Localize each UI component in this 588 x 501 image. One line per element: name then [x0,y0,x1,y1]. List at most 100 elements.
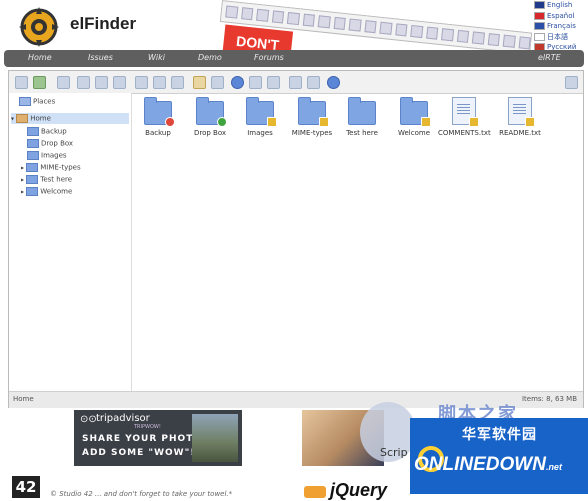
lock-badge-icon [421,117,431,127]
tree-item-backup[interactable]: Backup [27,127,67,136]
list-view-icon[interactable] [307,76,320,89]
file-manager: Places ▾ Home Backup Drop Box Images ▸ M… [8,70,584,408]
nav-demo-link[interactable]: Demo [198,53,222,62]
nav-issues-link[interactable]: Issues [88,53,113,62]
finder-toolbar [9,71,583,94]
tree-item-test-here[interactable]: ▸ Test here [21,175,72,184]
folder-icon [246,97,277,127]
help-icon[interactable] [327,76,340,89]
studio42-badge: 42 [12,476,40,498]
folder-icon [27,127,39,136]
rename-icon[interactable] [193,76,206,89]
expand-arrow-icon[interactable]: ▾ [11,116,14,123]
open-icon[interactable] [57,76,70,89]
paste-icon[interactable] [171,76,184,89]
france-flag-icon [534,22,545,31]
file-item-mime-types[interactable]: MIME-types [286,97,338,137]
edit-icon[interactable] [211,76,224,89]
onlinedown-cn-text: 华军软件园 [462,427,537,443]
file-item-comments[interactable]: COMMENTS.txt [438,97,491,137]
cut-icon[interactable] [153,76,166,89]
tree-item-mime-types[interactable]: ▸ MIME-types [21,163,81,172]
folder-icon [400,97,431,127]
collapsed-arrow-icon[interactable]: ▸ [21,177,24,184]
file-item-welcome[interactable]: Welcome [388,97,440,137]
onlinedown-watermark: 华军软件园 ONLINEDOWN.net [410,418,588,494]
owl-eyes-icon: ⊙⊙ [80,414,97,425]
reload-icon[interactable] [33,76,46,89]
nav-home-link[interactable]: Home [28,53,52,62]
lock-badge-icon [469,117,479,127]
new-file-icon[interactable] [95,76,108,89]
current-directory-pane: Backup Drop Box Images MIME-types Test h… [132,93,583,391]
folder-icon [348,97,376,125]
navigation-pane: Places ▾ Home Backup Drop Box Images ▸ M… [9,93,132,391]
upload-icon[interactable] [113,76,126,89]
folder-icon [298,97,329,127]
lock-badge-icon [319,117,329,127]
file-item-test-here[interactable]: Test here [336,97,388,137]
script-watermark-text: Scrip [380,446,408,459]
file-item-dropbox[interactable]: Drop Box [184,97,236,137]
jquery-logo-icon [304,486,326,498]
onlinedown-suffix: .net [545,462,562,472]
text-file-icon [508,97,535,127]
ad-subtitle: TRIPWOW! [134,424,161,430]
uk-flag-icon [534,1,545,10]
tree-item-images[interactable]: Images [27,151,67,160]
back-icon[interactable] [15,76,28,89]
nav-wiki-link[interactable]: Wiki [148,53,165,62]
language-french[interactable]: Français [534,21,576,32]
tree-item-welcome[interactable]: ▸ Welcome [21,187,72,196]
folder-icon [26,187,39,196]
folder-icon [144,97,175,127]
lock-badge-icon [267,117,277,127]
home-icon [16,114,29,123]
status-path: Home [13,395,34,403]
ad-landscape-image [192,414,238,462]
spain-flag-icon [534,11,545,20]
status-summary: Items: 8, 63 MB [521,395,577,403]
tree-item-home[interactable]: ▾ Home [11,113,129,124]
ad-brand: tripadvisor [96,413,150,424]
resize-icon[interactable] [267,76,280,89]
tripadvisor-ad[interactable]: ⊙⊙ tripadvisor TRIPWOW! SHARE YOUR PHOTO… [74,410,242,466]
language-english[interactable]: English [534,0,576,11]
preview-icon[interactable] [249,76,262,89]
onlinedown-en-text: ONLINEDOWN [414,454,546,475]
fullscreen-icon[interactable] [565,76,578,89]
folder-icon [26,175,39,184]
file-item-images[interactable]: Images [234,97,286,137]
elfinder-logo-icon [19,7,59,47]
info-icon[interactable] [231,76,244,89]
nav-elrte-link[interactable]: elRTE [538,53,561,62]
icons-view-icon[interactable] [289,76,302,89]
folder-icon [27,139,39,148]
language-spanish[interactable]: Español [534,11,576,22]
collapsed-arrow-icon[interactable]: ▸ [21,165,24,172]
new-folder-icon[interactable] [77,76,90,89]
write-only-badge-icon [217,117,227,127]
collapsed-arrow-icon[interactable]: ▸ [21,189,24,196]
file-item-backup[interactable]: Backup [132,97,184,137]
ad-line-1: SHARE YOUR PHOTOS [82,434,210,444]
lock-badge-icon [525,117,535,127]
japan-flag-icon [534,32,545,41]
tree-item-dropbox[interactable]: Drop Box [27,139,73,148]
folder-icon [196,97,227,127]
text-file-icon [452,97,479,127]
main-navbar: Home Issues Wiki Demo Forums elRTE [4,50,584,67]
folder-icon [27,151,39,160]
copy-icon[interactable] [135,76,148,89]
app-title: elFinder [70,14,137,33]
file-item-readme[interactable]: README.txt [494,97,546,137]
places-node[interactable]: Places [19,97,55,106]
ad-line-2: ADD SOME "WOW"! [82,448,196,458]
places-icon [19,97,31,106]
jquery-wordmark: jQuery [330,480,388,500]
folder-icon [26,163,39,172]
language-japanese[interactable]: 日本語 [534,32,576,43]
no-access-badge-icon [165,117,175,127]
nav-forums-link[interactable]: Forums [254,53,284,62]
language-list: English Español Français 日本語 Русский [534,0,576,53]
